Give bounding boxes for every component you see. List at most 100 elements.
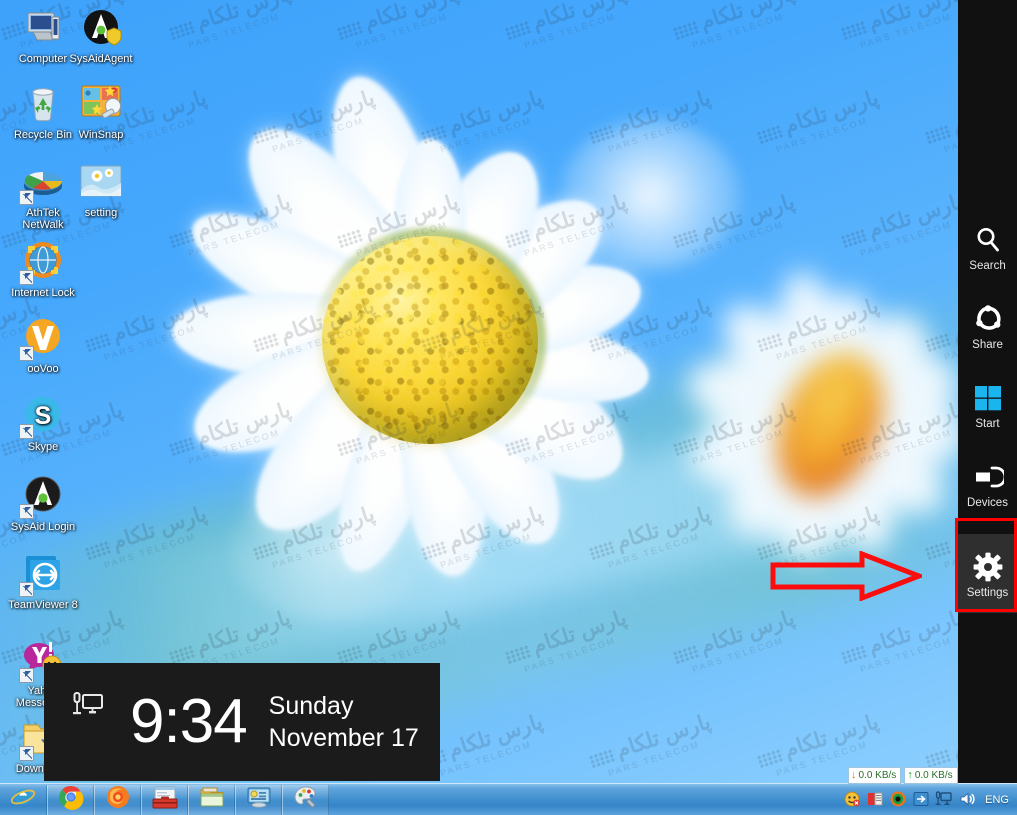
shortcut-overlay-icon bbox=[19, 668, 34, 683]
taskbar-buttons bbox=[0, 784, 329, 815]
sysaid-login-icon bbox=[19, 474, 65, 519]
clock-weekday: Sunday bbox=[268, 692, 354, 720]
clock-time: 9:34 bbox=[130, 687, 248, 756]
watermark-tile: پارس تلکامPARS TELECOM bbox=[754, 85, 886, 158]
shortcut-overlay-icon bbox=[19, 346, 34, 361]
oovoo-icon bbox=[19, 316, 65, 361]
desktop-icon-sysaid-login[interactable]: SysAid Login bbox=[6, 474, 80, 533]
desktop-icon-internet-lock[interactable]: Internet Lock bbox=[6, 240, 80, 299]
desktop-icon-label: Skype bbox=[27, 441, 59, 453]
network-speed-meter[interactable]: ↓ 0.0 KB/s ↑ 0.0 KB/s bbox=[848, 767, 958, 784]
internet-explorer-icon bbox=[10, 784, 36, 815]
desktop-screen: پارس تلکام PARS TELECOM پارس تلکام PARS TEL… bbox=[0, 0, 1017, 815]
watermark-tile: پارس تلکامPARS TELECOM bbox=[334, 0, 466, 55]
charm-label: Search bbox=[969, 260, 1006, 272]
teamviewer-8-icon bbox=[19, 552, 65, 597]
gear-icon bbox=[973, 548, 1003, 586]
taskbar-button-internet-explorer[interactable] bbox=[0, 784, 47, 815]
shortcut-overlay-icon bbox=[19, 270, 34, 285]
watermark-tile: پارس تلکامPARS TELECOM bbox=[586, 709, 718, 782]
recycle-bin-icon bbox=[21, 82, 65, 126]
devices-icon bbox=[972, 458, 1004, 496]
shortcut-overlay-icon bbox=[19, 504, 34, 519]
upload-speed-badge: ↑ 0.0 KB/s bbox=[904, 767, 958, 784]
upload-speed-value: 0.0 KB/s bbox=[914, 770, 953, 781]
charms-bar: Search Share Start Devices Settings bbox=[958, 0, 1017, 815]
watermark-tile: پارس تلکامPARS TELECOM bbox=[166, 0, 298, 55]
taskbar-button-google-chrome[interactable] bbox=[47, 784, 94, 815]
shortcut-overlay-icon bbox=[19, 424, 34, 439]
daisy-center bbox=[322, 236, 538, 444]
green-eye-tray-icon[interactable] bbox=[889, 790, 908, 809]
taskbar-button-paint[interactable] bbox=[282, 784, 329, 815]
toolbox-app-icon bbox=[152, 784, 178, 815]
winsnap-icon bbox=[79, 82, 123, 126]
search-icon bbox=[973, 221, 1003, 259]
mozilla-firefox-icon bbox=[105, 784, 131, 815]
charm-label: Devices bbox=[967, 497, 1008, 509]
red-book-tray-icon[interactable] bbox=[866, 790, 885, 809]
watermark-tile: پارس تلکامPARS TELECOM bbox=[922, 85, 958, 158]
clock-date: Sunday November 17 bbox=[269, 690, 419, 754]
desktop-icon-oovoo[interactable]: ooVoo bbox=[6, 316, 80, 375]
volume-tray-icon[interactable] bbox=[958, 790, 977, 809]
watermark-tile: پارس تلکامPARS TELECOM bbox=[670, 0, 802, 55]
charm-start[interactable]: Start bbox=[958, 365, 1017, 444]
skype-icon: S bbox=[19, 394, 65, 439]
taskbar-button-toolbox-app[interactable] bbox=[141, 784, 188, 815]
upload-arrow-icon: ↑ bbox=[907, 769, 913, 781]
network-connection-icon bbox=[72, 691, 118, 723]
taskbar-button-control-panel[interactable] bbox=[235, 784, 282, 815]
red-arrow-annotation bbox=[770, 550, 926, 602]
wallpaper-daisy-foreground bbox=[150, 60, 710, 620]
charm-devices[interactable]: Devices bbox=[958, 444, 1017, 523]
computer-icon bbox=[21, 6, 65, 50]
shortcut-overlay-icon bbox=[19, 582, 34, 597]
shortcut-overlay-icon bbox=[19, 746, 34, 761]
desktop-icon-label: ooVoo bbox=[27, 363, 59, 375]
sysaidagent-icon bbox=[79, 6, 123, 50]
windows-start-icon bbox=[973, 379, 1003, 417]
internet-lock-icon bbox=[19, 240, 65, 285]
paint-icon bbox=[293, 784, 319, 815]
charm-settings[interactable]: Settings bbox=[958, 534, 1017, 613]
language-indicator[interactable]: ENG bbox=[985, 794, 1009, 806]
yahoo-messenger-tray-icon[interactable] bbox=[843, 790, 862, 809]
desktop-icon-label: WinSnap bbox=[78, 129, 124, 141]
desktop-icon-teamviewer-8[interactable]: TeamViewer 8 bbox=[6, 552, 80, 611]
desktop-icon-sysaidagent[interactable]: SysAidAgent bbox=[64, 6, 138, 65]
blue-arrow-tray-icon[interactable] bbox=[912, 790, 931, 809]
charm-share[interactable]: Share bbox=[958, 286, 1017, 365]
taskbar-button-mozilla-firefox[interactable] bbox=[94, 784, 141, 815]
desktop-clock-panel[interactable]: 9:34 Sunday November 17 bbox=[44, 663, 440, 781]
system-tray: ENG bbox=[841, 784, 1017, 815]
share-icon bbox=[973, 300, 1003, 338]
network-tray-icon[interactable] bbox=[935, 790, 954, 809]
desktop-icon-label: Internet Lock bbox=[11, 287, 75, 299]
charm-label: Share bbox=[972, 339, 1003, 351]
taskbar-button-file-explorer[interactable] bbox=[188, 784, 235, 815]
google-chrome-icon bbox=[58, 784, 84, 815]
desktop-icon-label: SysAid Login bbox=[10, 521, 76, 533]
desktop-icon-label: TeamViewer 8 bbox=[8, 599, 78, 611]
charm-label: Settings bbox=[966, 587, 1009, 599]
desktop-icon-winsnap[interactable]: WinSnap bbox=[64, 82, 138, 141]
charm-search[interactable]: Search bbox=[958, 207, 1017, 286]
desktop-icon-setting[interactable]: setting bbox=[64, 160, 138, 219]
desktop-icon-label: setting bbox=[84, 207, 118, 219]
clock-month-day: November 17 bbox=[268, 724, 419, 752]
setting-icon bbox=[79, 160, 123, 204]
charm-label: Start bbox=[975, 418, 1000, 430]
download-arrow-icon: ↓ bbox=[851, 769, 857, 781]
control-panel-icon bbox=[246, 784, 272, 815]
file-explorer-icon bbox=[199, 784, 225, 815]
download-speed-badge: ↓ 0.0 KB/s bbox=[848, 767, 902, 784]
desktop-icon-label: SysAidAgent bbox=[69, 53, 133, 65]
athtek-netwalk-icon bbox=[19, 160, 65, 205]
desktop-icon-skype[interactable]: S Skype bbox=[6, 394, 80, 453]
watermark-tile: پارس تلکامPARS TELECOM bbox=[838, 0, 958, 55]
watermark-tile: پارس تلکامPARS TELECOM bbox=[502, 0, 634, 55]
shortcut-overlay-icon bbox=[19, 190, 34, 205]
svg-text:S: S bbox=[35, 402, 52, 430]
taskbar: ENG bbox=[0, 783, 1017, 815]
